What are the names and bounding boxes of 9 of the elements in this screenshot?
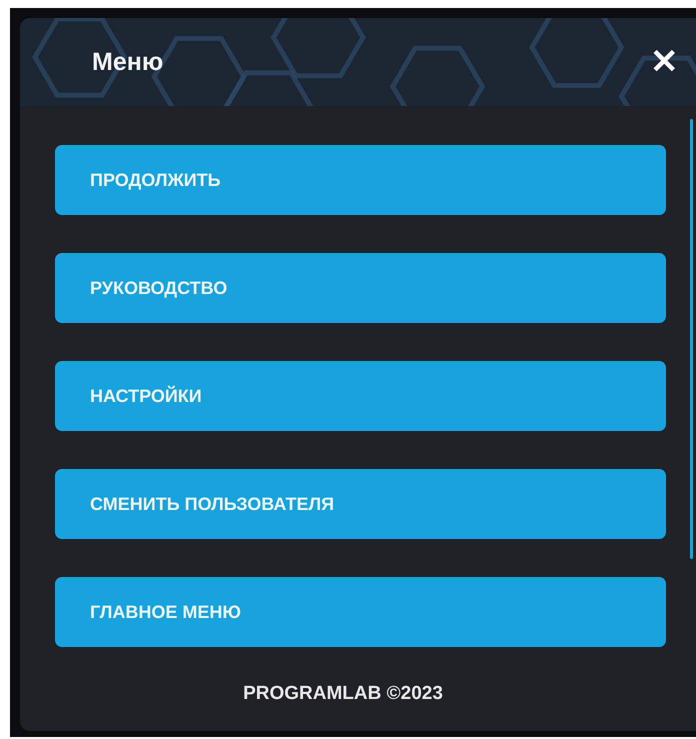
menu-button[interactable]: НАСТРОЙКИ bbox=[55, 361, 666, 431]
close-button[interactable]: ✕ bbox=[650, 45, 678, 79]
menu-title: Меню bbox=[92, 48, 164, 76]
menu-button[interactable]: ГЛАВНОЕ МЕНЮ bbox=[55, 577, 666, 647]
menu-button[interactable]: РУКОВОДСТВО bbox=[55, 253, 666, 323]
scrollbar[interactable] bbox=[690, 119, 693, 559]
copyright-text: PROGRAMLAB ©2023 bbox=[242, 683, 444, 705]
menu-button[interactable]: ПРОДОЛЖИТЬ bbox=[55, 145, 666, 215]
menu-button[interactable]: СМЕНИТЬ ПОЛЬЗОВАТЕЛЯ bbox=[55, 469, 666, 539]
